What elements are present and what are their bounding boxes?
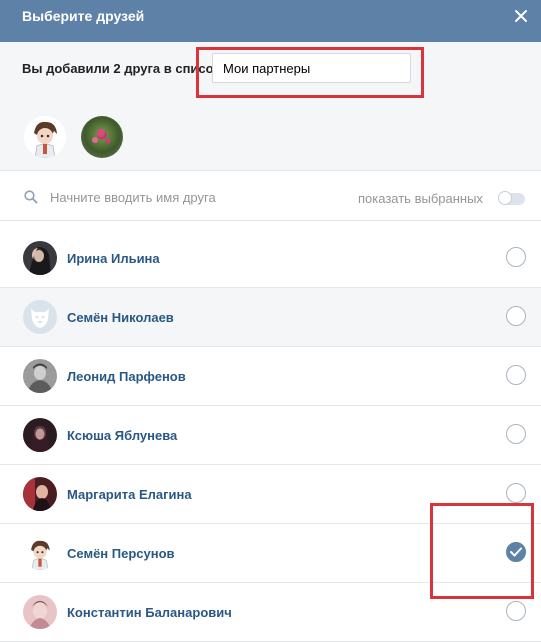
list-added-label: Вы добавили 2 друга в список [22,61,221,76]
friend-name[interactable]: Константин Баланарович [67,605,232,620]
photo-dark-red-icon [23,418,57,452]
friend-search-input[interactable] [50,186,330,208]
friend-avatar [23,418,57,452]
friend-avatar [23,595,57,629]
friend-select-checkbox[interactable] [506,424,526,444]
selected-friend-avatar[interactable] [24,116,66,158]
friend-name[interactable]: Ксюша Яблунева [67,428,177,443]
photo-red-light-icon [23,477,57,511]
search-icon [24,190,38,204]
friend-row[interactable]: Маргарита Елагина [0,465,541,524]
show-selected-toggle[interactable] [498,191,525,205]
friend-avatar [23,359,57,393]
selected-friends-strip [0,102,541,171]
friend-select-checkbox-checked[interactable] [506,542,526,562]
checkmark-icon [510,547,522,557]
friend-select-checkbox[interactable] [506,601,526,621]
friend-row[interactable]: Леонид Парфенов [0,347,541,406]
friend-avatar [23,300,57,334]
photo-dark-hair-icon [23,241,57,275]
friend-name[interactable]: Семён Персунов [67,546,175,561]
flower-photo-avatar-icon [92,129,111,144]
photo-grey-icon [23,359,57,393]
cartoon-boy-avatar-icon [24,116,66,158]
photo-pink-icon [23,595,57,629]
friend-select-checkbox[interactable] [506,365,526,385]
friend-row[interactable]: Семён Персунов [0,524,541,583]
friend-select-checkbox[interactable] [506,483,526,503]
friend-row[interactable]: Константин Баланарович [0,583,541,642]
list-name-row: Вы добавили 2 друга в список [0,42,541,102]
modal-header: Выберите друзей [0,0,541,42]
friend-select-checkbox[interactable] [506,247,526,267]
list-name-input[interactable] [212,53,411,83]
close-icon [515,10,527,22]
friend-name[interactable]: Маргарита Елагина [67,487,192,502]
friend-row[interactable]: Семён Николаев [0,288,541,347]
friend-avatar [23,477,57,511]
friend-name[interactable]: Ирина Ильина [67,251,160,266]
default-dog-avatar-icon [23,300,57,334]
search-bar: показать выбранных [0,171,541,221]
close-button[interactable] [509,4,533,28]
modal-title: Выберите друзей [22,8,145,24]
friend-avatar [23,536,57,570]
friend-row[interactable]: Ксюша Яблунева [0,406,541,465]
cartoon-boy-avatar-icon [23,536,57,570]
selected-friend-avatar[interactable] [81,116,123,158]
friend-row[interactable]: Ирина Ильина [0,229,541,288]
friend-avatar [23,241,57,275]
show-selected-label[interactable]: показать выбранных [358,191,483,206]
toggle-knob [498,191,512,205]
friend-name[interactable]: Семён Николаев [67,310,174,325]
friend-select-checkbox[interactable] [506,306,526,326]
friend-name[interactable]: Леонид Парфенов [67,369,186,384]
